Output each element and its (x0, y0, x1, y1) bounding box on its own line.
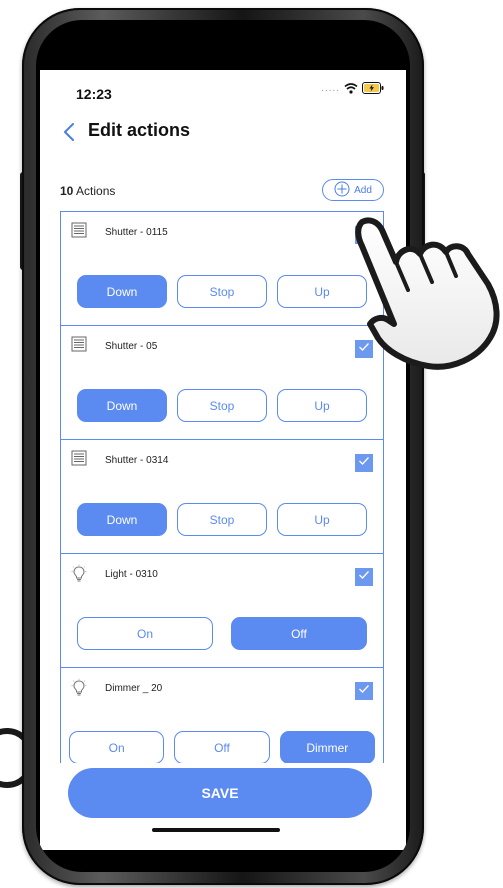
checkmark-icon (357, 568, 371, 587)
item-checkbox[interactable] (355, 454, 373, 472)
status-time: 12:23 (76, 86, 112, 102)
page-title: Edit actions (88, 120, 191, 140)
home-indicator (152, 828, 280, 832)
back-chevron-icon[interactable] (62, 122, 78, 142)
action-item: Shutter - 05 Down Stop Up (61, 326, 383, 440)
action-option-button[interactable]: On (69, 731, 165, 763)
action-button-row: Down Stop Up (77, 275, 367, 308)
signal-dots-icon: ..... (321, 82, 340, 94)
add-button-label: Add (354, 184, 372, 196)
wifi-icon (344, 82, 358, 94)
item-checkbox[interactable] (355, 568, 373, 586)
action-option-button[interactable]: Down (77, 503, 167, 536)
action-option-button[interactable]: Up (277, 389, 367, 422)
actions-count: 10 Actions (60, 184, 115, 198)
lightbulb-icon (71, 564, 87, 582)
action-item: Shutter - 0115 Down Stop Up (61, 212, 383, 326)
actions-count-label: Actions (76, 184, 116, 198)
action-option-button[interactable]: Stop (177, 389, 267, 422)
action-item: Shutter - 0314 Down Stop Up (61, 440, 383, 554)
lightbulb-icon (71, 678, 87, 696)
action-option-button[interactable]: Stop (177, 275, 267, 308)
action-option-button[interactable]: Down (77, 389, 167, 422)
notch (81, 20, 365, 72)
action-option-button[interactable]: Dimmer (279, 731, 375, 763)
app-screen: 12:23 ..... Edit actions 10 Actions Add … (40, 70, 406, 850)
shutter-icon (71, 222, 87, 238)
battery-icon (362, 82, 384, 94)
action-option-button[interactable]: Off (231, 617, 367, 650)
action-item-name: Shutter - 05 (105, 341, 158, 352)
status-icons: ..... (321, 82, 384, 94)
action-button-row: On Off (77, 617, 367, 650)
checkmark-icon (357, 682, 371, 701)
action-option-button[interactable]: Down (77, 275, 167, 308)
plus-circle-icon (334, 181, 350, 200)
save-button[interactable]: SAVE (68, 768, 372, 818)
phone-screen: 12:23 ..... Edit actions 10 Actions Add … (36, 20, 410, 872)
shutter-icon (71, 450, 87, 466)
action-item-name: Shutter - 0115 (105, 227, 168, 238)
item-checkbox[interactable] (355, 682, 373, 700)
action-option-button[interactable]: Up (277, 503, 367, 536)
action-item-name: Dimmer _ 20 (105, 683, 163, 694)
action-item: Light - 0310 On Off (61, 554, 383, 668)
action-option-button[interactable]: Off (174, 731, 270, 763)
action-item-name: Light - 0310 (105, 569, 158, 580)
action-item: Dimmer _ 20 On Off Dimmer (61, 668, 383, 763)
checkmark-icon (357, 454, 371, 473)
actions-count-number: 10 (60, 184, 74, 198)
action-option-button[interactable]: Stop (177, 503, 267, 536)
shutter-icon (71, 336, 87, 352)
actions-list[interactable]: Shutter - 0115 Down Stop Up Shutter - 05 Down… (60, 211, 384, 763)
pointing-hand-icon (340, 210, 503, 380)
action-button-row: Down Stop Up (77, 503, 367, 536)
action-button-row: On Off Dimmer (69, 731, 375, 763)
action-button-row: Down Stop Up (77, 389, 367, 422)
action-item-name: Shutter - 0314 (105, 455, 169, 466)
action-option-button[interactable]: On (77, 617, 213, 650)
add-button[interactable]: Add (322, 179, 384, 201)
